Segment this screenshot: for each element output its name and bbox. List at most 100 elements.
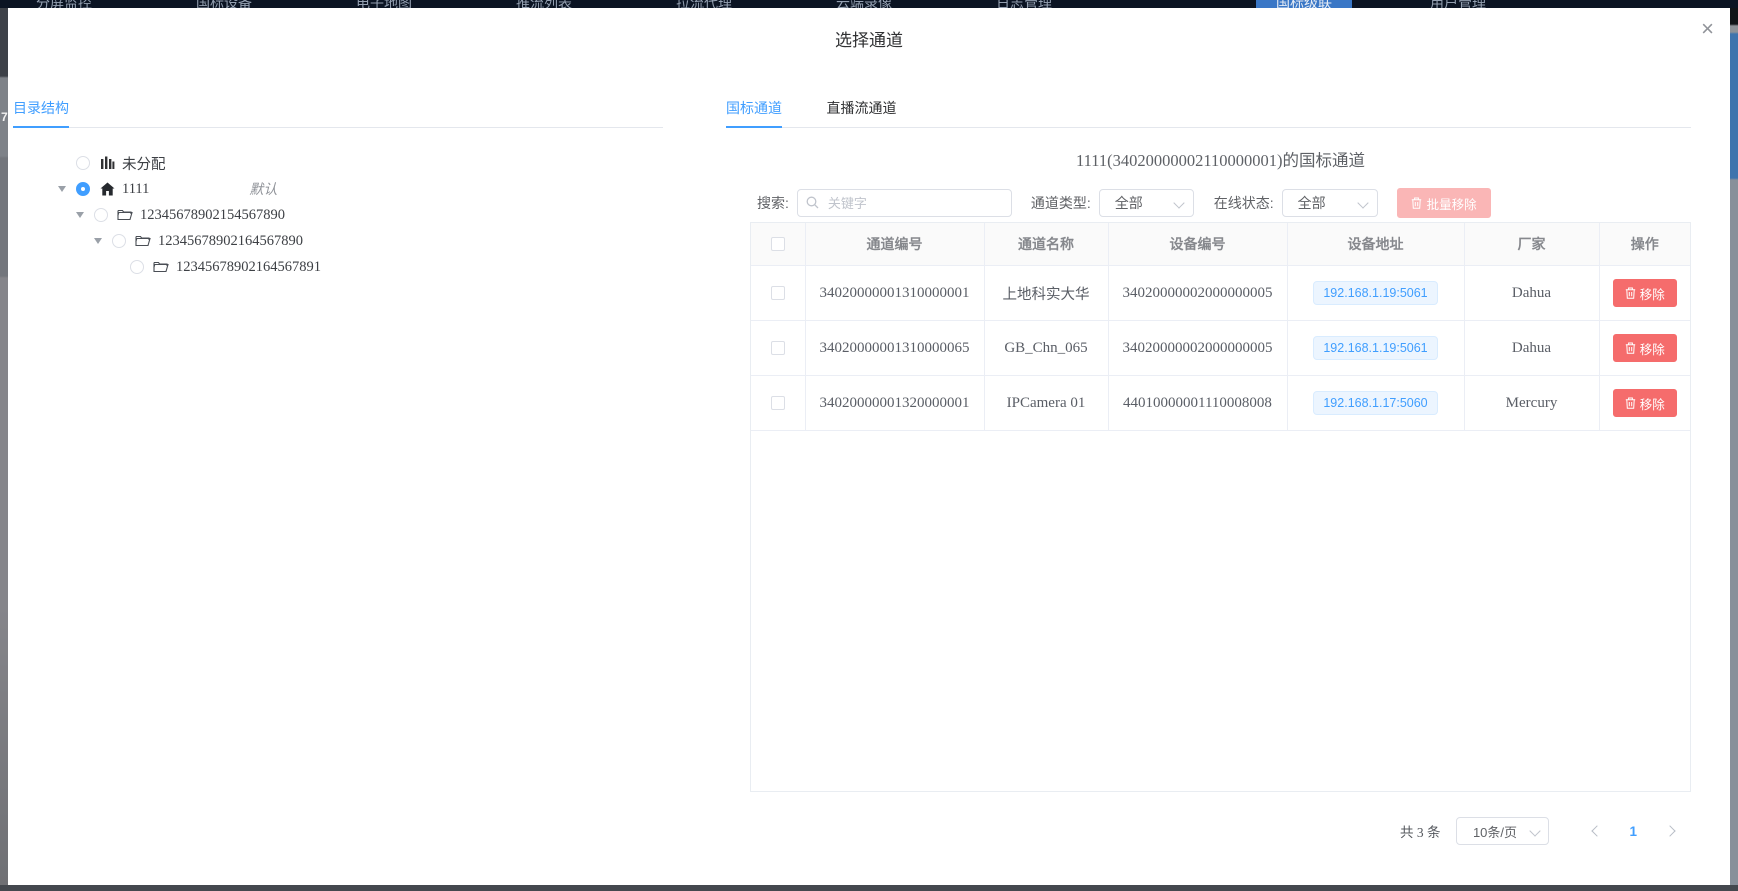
radio-unassigned[interactable] (76, 156, 90, 170)
batch-remove-button[interactable]: 批量移除 (1397, 188, 1491, 218)
radio-folder-2[interactable] (112, 234, 126, 248)
unassigned-icon (98, 155, 116, 171)
nav-item-6[interactable]: 云端录像 (836, 0, 892, 8)
channel-table: 通道编号 通道名称 设备编号 设备地址 厂家 操作 34020000001310… (750, 222, 1691, 792)
radio-1111-selected[interactable] (76, 182, 90, 196)
device-address-tag: 192.168.1.19:5061 (1313, 336, 1437, 360)
online-status-select[interactable]: 全部 (1282, 189, 1378, 217)
table-row: 34020000001310000065 GB_Chn_065 34020000… (751, 321, 1690, 376)
row-checkbox[interactable] (771, 341, 785, 355)
tree-node-folder-3[interactable]: 12345678902164567891 (8, 254, 658, 280)
tree-node-folder-1[interactable]: 12345678902154567890 (8, 202, 658, 228)
top-nav-bar: 分屏监控 国标设备 电子地图 推流列表 拉流代理 云端录像 日志管理 国标级联 … (0, 0, 1738, 8)
cell-channel-name: IPCamera 01 (984, 376, 1108, 431)
channel-type-select[interactable]: 全部 (1099, 189, 1194, 217)
close-icon[interactable]: × (1701, 18, 1714, 40)
folder-icon (152, 259, 170, 275)
nav-item-7[interactable]: 日志管理 (996, 0, 1052, 8)
page-edge-left: 7 (0, 8, 8, 885)
cell-manufacturer: Dahua (1464, 321, 1599, 376)
tree-node-folder-2[interactable]: 12345678902164567890 (8, 228, 658, 254)
expand-arrow-icon[interactable] (58, 186, 76, 192)
trash-icon (1411, 197, 1422, 209)
select-all-checkbox[interactable] (771, 237, 785, 251)
col-device-address: 设备地址 (1287, 223, 1464, 266)
page-size-select[interactable]: 10条/页 (1456, 817, 1549, 845)
tree-node-unassigned[interactable]: 未分配 (8, 150, 658, 176)
search-box (797, 189, 1012, 217)
tab-directory-structure[interactable]: 目录结构 (13, 88, 69, 128)
pagination: 共 3 条 10条/页 1 (750, 817, 1691, 845)
cell-device-id: 34020000002000000005 (1108, 266, 1287, 321)
page-number[interactable]: 1 (1629, 824, 1637, 839)
chevron-down-icon (1357, 197, 1368, 208)
search-label: 搜索: (757, 193, 789, 213)
home-icon (98, 181, 116, 197)
table-header-row: 通道编号 通道名称 设备编号 设备地址 厂家 操作 (751, 223, 1690, 266)
cell-device-id: 44010000001110008008 (1108, 376, 1287, 431)
tree-node-label: 未分配 (122, 153, 166, 174)
cell-device-id: 34020000002000000005 (1108, 321, 1287, 376)
nav-item-4[interactable]: 推流列表 (516, 0, 572, 8)
filter-bar: 搜索: 通道类型: 全部 在线状态: 全部 批量移除 (757, 189, 1491, 217)
nav-item-5[interactable]: 拉流代理 (676, 0, 732, 8)
page-edge-bottom (0, 885, 1738, 891)
row-checkbox[interactable] (771, 286, 785, 300)
cell-manufacturer: Dahua (1464, 266, 1599, 321)
tree-node-label: 12345678902164567890 (158, 233, 303, 250)
cell-channel-id: 34020000001320000001 (805, 376, 984, 431)
device-address-tag: 192.168.1.17:5060 (1313, 391, 1437, 415)
table-row: 34020000001320000001 IPCamera 01 4401000… (751, 376, 1690, 431)
radio-folder-1[interactable] (94, 208, 108, 222)
remove-button[interactable]: 移除 (1613, 279, 1677, 307)
chevron-down-icon (1173, 197, 1184, 208)
expand-arrow-icon[interactable] (94, 238, 112, 244)
tab-gb-channel[interactable]: 国标通道 (726, 88, 782, 128)
prev-page-icon[interactable] (1587, 823, 1603, 839)
nav-item-1[interactable]: 分屏监控 (36, 0, 92, 8)
remove-label: 移除 (1640, 284, 1665, 303)
tree-node-label: 1111 (122, 181, 149, 198)
nav-item-active[interactable]: 国标级联 (1256, 0, 1352, 8)
col-manufacturer: 厂家 (1464, 223, 1599, 266)
channel-type-value: 全部 (1115, 193, 1143, 213)
batch-remove-label: 批量移除 (1427, 194, 1477, 213)
search-input[interactable] (797, 189, 1012, 217)
radio-folder-3[interactable] (130, 260, 144, 274)
device-address-tag: 192.168.1.19:5061 (1313, 281, 1437, 305)
cell-channel-name: GB_Chn_065 (984, 321, 1108, 376)
remove-label: 移除 (1640, 394, 1665, 413)
row-checkbox[interactable] (771, 396, 785, 410)
col-channel-name: 通道名称 (984, 223, 1108, 266)
nav-item-3[interactable]: 电子地图 (356, 0, 412, 8)
tree-node-label: 12345678902154567890 (140, 207, 285, 224)
cell-channel-name: 上地科实大华 (984, 266, 1108, 321)
page-edge-right (1730, 8, 1738, 885)
nav-item-2[interactable]: 国标设备 (196, 0, 252, 8)
dialog-title: 选择通道 (8, 26, 1730, 51)
directory-tree: 未分配 1111 默认 12345678902154567890 (8, 150, 658, 280)
col-device-id: 设备编号 (1108, 223, 1287, 266)
tab-stream-channel[interactable]: 直播流通道 (826, 88, 896, 128)
nav-item-9[interactable]: 用户管理 (1430, 0, 1486, 8)
next-page-icon[interactable] (1663, 823, 1679, 839)
chevron-down-icon (1530, 825, 1541, 836)
col-channel-id: 通道编号 (805, 223, 984, 266)
tree-node-1111[interactable]: 1111 默认 (8, 176, 658, 202)
expand-arrow-icon[interactable] (76, 212, 94, 218)
search-icon (806, 196, 819, 214)
online-status-label: 在线状态: (1214, 193, 1274, 213)
remove-label: 移除 (1640, 339, 1665, 358)
panel-heading: 1111(34020000002110000001)的国标通道 (750, 147, 1691, 171)
directory-tabs: 目录结构 (13, 88, 663, 128)
folder-icon (134, 233, 152, 249)
cell-manufacturer: Mercury (1464, 376, 1599, 431)
remove-button[interactable]: 移除 (1613, 334, 1677, 362)
page-edge-fragment: 7 (1, 110, 8, 124)
tree-node-label: 12345678902164567891 (176, 259, 321, 276)
select-channel-dialog: 选择通道 × 目录结构 国标通道 直播流通道 未分配 1111 默认 (8, 8, 1730, 885)
remove-button[interactable]: 移除 (1613, 389, 1677, 417)
cell-channel-id: 34020000001310000001 (805, 266, 984, 321)
online-status-value: 全部 (1298, 193, 1326, 213)
total-count: 共 3 条 (1400, 821, 1441, 841)
